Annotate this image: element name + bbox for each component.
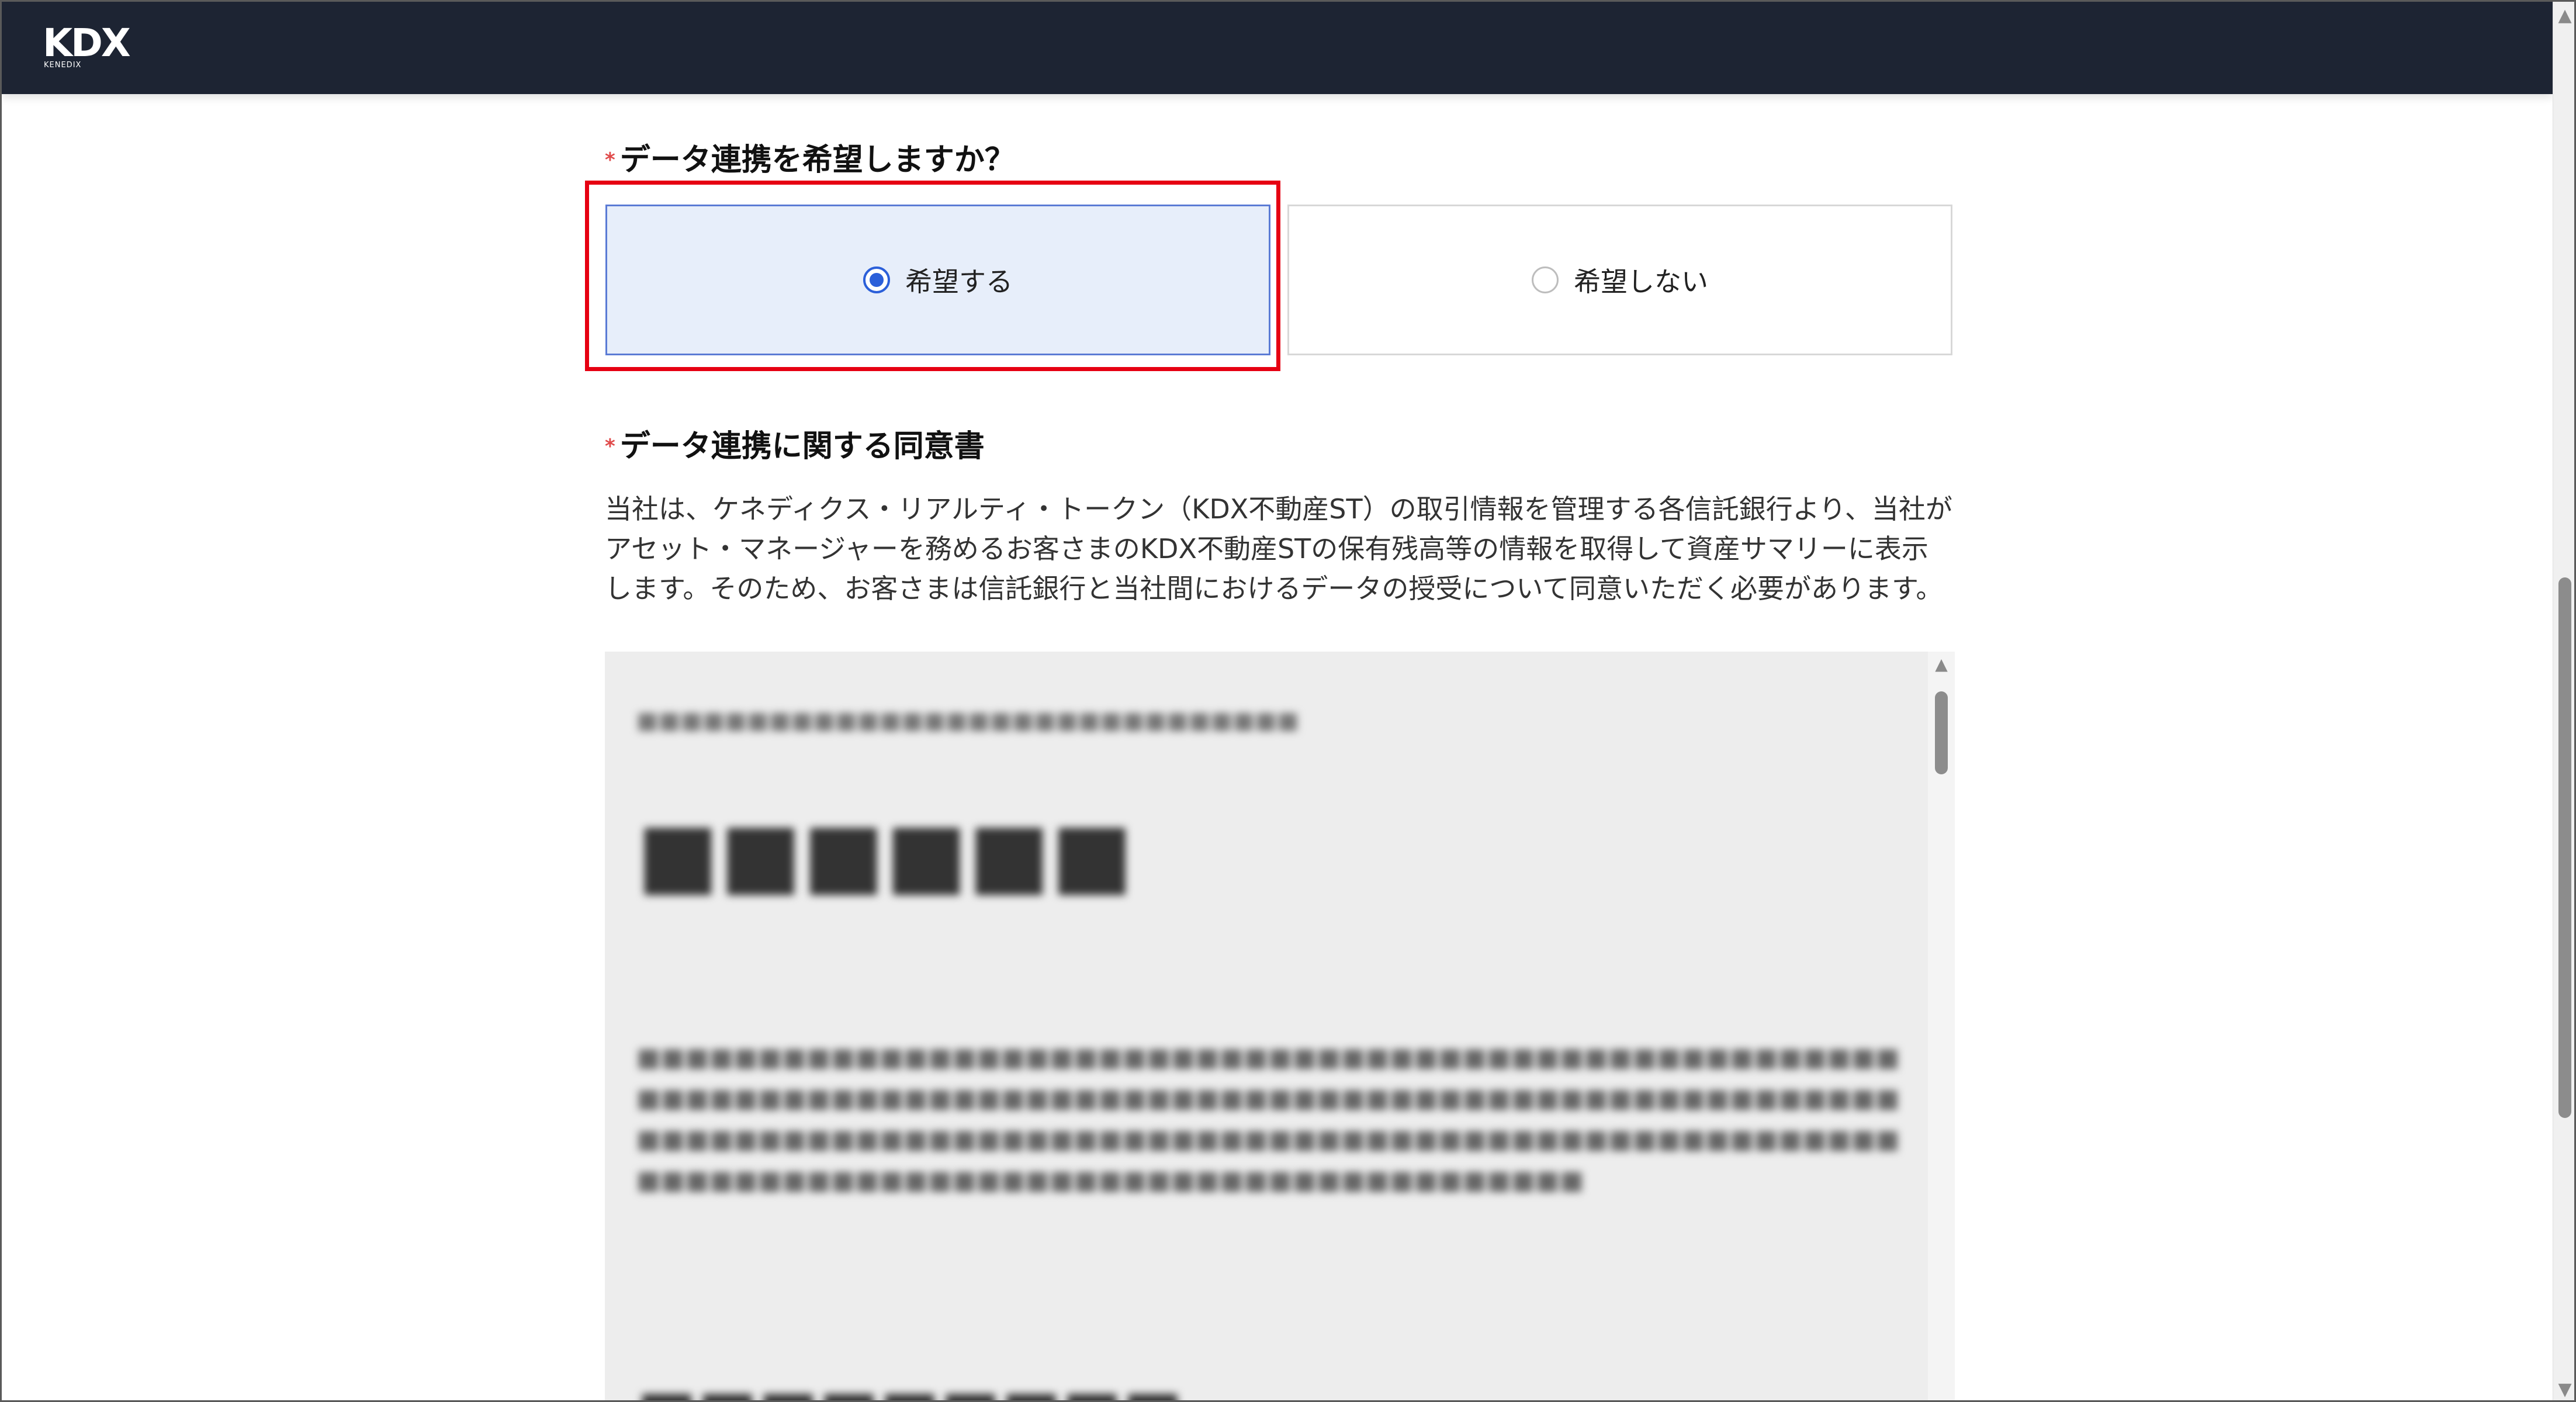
- radio-unselected-icon[interactable]: [1532, 266, 1559, 293]
- kdx-logo[interactable]: KDX KENEDIX: [43, 20, 131, 70]
- document-blurred-note: ■■■■■■■■■■■■■■■■■■■■■■■■■■■■■■: [636, 707, 1299, 734]
- option-no-linkage[interactable]: 希望しない: [1287, 205, 1952, 355]
- required-mark: *: [605, 148, 615, 172]
- page-scroll-thumb[interactable]: [2558, 577, 2571, 1118]
- scroll-up-arrow-icon[interactable]: ▲: [2553, 4, 2574, 27]
- privacy-policy-document-viewer[interactable]: ■■■■■■■■■■■■■■■■■■■■■■■■■■■■■■ ■■■■■■ ■■…: [605, 652, 1955, 1400]
- viewer-scrollbar[interactable]: ▲: [1928, 652, 1955, 1400]
- page-scrollbar[interactable]: ▲ ▼: [2553, 2, 2574, 1400]
- logo-text: KDX: [43, 20, 131, 65]
- radio-selected-icon[interactable]: [863, 266, 890, 293]
- option-label: 希望しない: [1574, 266, 1708, 297]
- document-blurred-paragraph: ■■■■■■■■■■■■■■■■■■■■■■■■■■■■■■■■■■■■■■■■…: [636, 1043, 1900, 1195]
- consent-description: 当社は、ケネディクス・リアルティ・トークン（KDX不動産ST）の取引情報を管理す…: [605, 493, 1952, 604]
- scroll-up-arrow-icon[interactable]: ▲: [1928, 655, 1955, 674]
- document-blurred-heading: ■■■■■■: [636, 802, 1134, 905]
- scroll-down-arrow-icon[interactable]: ▼: [2553, 1378, 2574, 1400]
- required-mark: *: [605, 435, 615, 458]
- option-label: 希望する: [905, 266, 1013, 297]
- top-navigation-bar: KDX KENEDIX: [2, 2, 2553, 94]
- viewer-scroll-thumb[interactable]: [1935, 691, 1948, 774]
- document-blurred-subheading: ■■■■■■■■■: [636, 1375, 1183, 1400]
- consent-section-title: * データ連携に関する同意書: [605, 421, 985, 465]
- data-linkage-question-title: * データ連携を希望しますか？: [605, 135, 1015, 179]
- option-desire-linkage[interactable]: 希望する: [605, 205, 1270, 355]
- question-title-text: データ連携を希望しますか？: [619, 143, 1015, 178]
- consent-title-text: データ連携に関する同意書: [619, 429, 985, 464]
- app-window: KDX KENEDIX * データ連携を希望しますか？ 希望する 希望しない * デ…: [0, 0, 2576, 1402]
